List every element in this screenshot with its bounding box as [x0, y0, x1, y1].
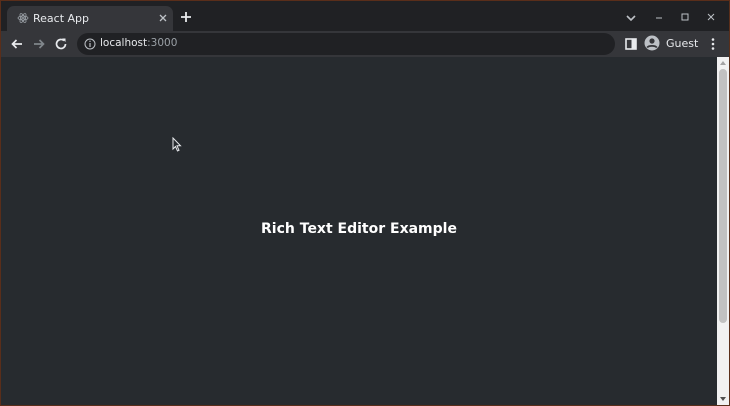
- profile-button[interactable]: Guest: [644, 34, 698, 54]
- tab-title: React App: [33, 12, 90, 25]
- chevron-down-icon[interactable]: [625, 13, 637, 23]
- vertical-scrollbar[interactable]: [717, 57, 729, 405]
- react-icon: [17, 13, 29, 23]
- close-icon[interactable]: [705, 11, 717, 23]
- page-content: Rich Text Editor Example: [1, 57, 717, 405]
- title-bar: React App: [1, 1, 729, 31]
- maximize-icon[interactable]: [679, 11, 691, 23]
- browser-toolbar: localhost:3000 Guest: [1, 31, 729, 57]
- info-icon[interactable]: [84, 38, 96, 50]
- browser-window: React App localhost:3000 Guest Rich Text…: [1, 1, 729, 405]
- address-bar[interactable]: localhost:3000: [77, 33, 615, 55]
- kebab-menu-icon[interactable]: [705, 36, 721, 52]
- scroll-down-arrow-icon[interactable]: [719, 395, 727, 403]
- mouse-pointer-icon: [172, 137, 182, 152]
- url-port: :3000: [147, 37, 178, 49]
- scroll-up-arrow-icon[interactable]: [719, 59, 727, 67]
- page-heading: Rich Text Editor Example: [261, 221, 457, 237]
- minimize-icon[interactable]: [653, 11, 665, 23]
- close-tab-icon[interactable]: [157, 12, 169, 24]
- account-circle-icon: [644, 35, 660, 51]
- reload-icon[interactable]: [53, 36, 69, 52]
- arrow-left-icon[interactable]: [9, 36, 25, 52]
- plus-icon[interactable]: [180, 11, 192, 23]
- url-text: localhost:3000: [100, 37, 177, 49]
- tab-react-app[interactable]: React App: [7, 6, 173, 31]
- arrow-right-icon[interactable]: [31, 36, 47, 52]
- url-host: localhost: [100, 37, 148, 49]
- side-panel-icon[interactable]: [623, 36, 639, 52]
- scrollbar-thumb[interactable]: [719, 69, 727, 323]
- profile-name: Guest: [666, 37, 699, 50]
